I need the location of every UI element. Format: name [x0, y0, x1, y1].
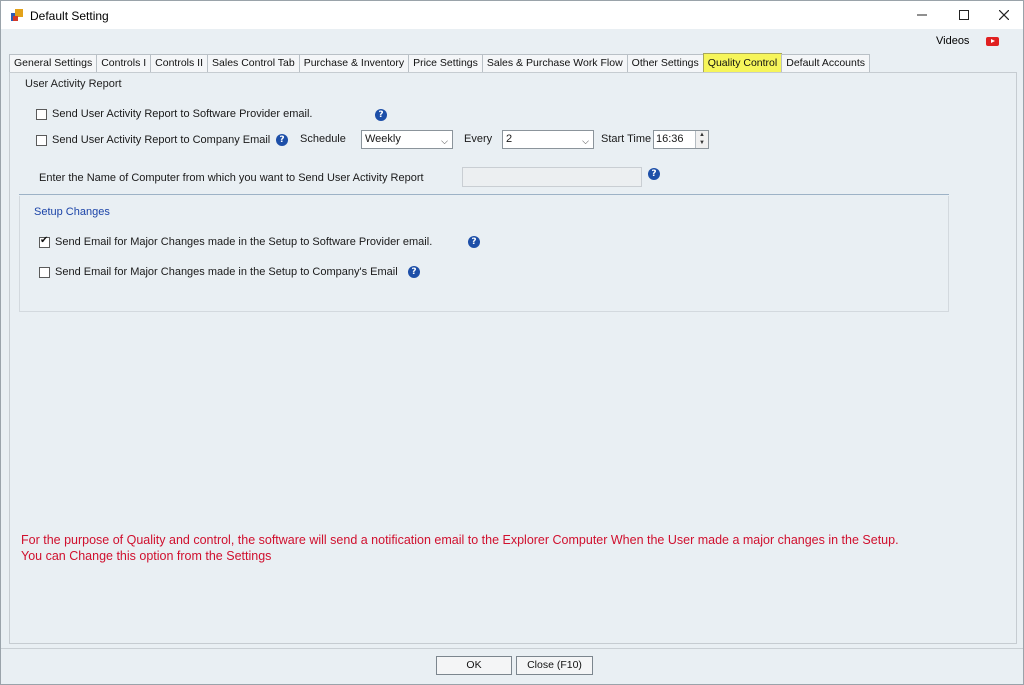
app-icon [11, 9, 23, 21]
close-window-button[interactable] [981, 1, 1024, 29]
tab-price-settings[interactable]: Price Settings [408, 54, 483, 72]
every-label: Every [464, 133, 493, 145]
default-setting-window: Default Setting Videos General Settings … [0, 0, 1024, 685]
send-company-report-label[interactable]: Send User Activity Report to Company Ema… [52, 134, 270, 146]
start-time-picker[interactable]: 16:36 ▲ ▼ [653, 130, 709, 149]
close-button[interactable]: Close (F10) [516, 656, 593, 675]
user-activity-title: User Activity Report [25, 78, 122, 90]
every-value: 2 [506, 133, 513, 145]
minimize-icon [917, 14, 927, 16]
youtube-icon[interactable] [986, 37, 999, 46]
computer-name-label: Enter the Name of Computer from which yo… [39, 172, 424, 184]
tab-controls-ii[interactable]: Controls II [150, 54, 209, 72]
help-icon[interactable]: ? [375, 109, 387, 121]
minimize-button[interactable] [899, 1, 945, 29]
time-spin-buttons[interactable]: ▲ ▼ [695, 131, 708, 148]
help-icon[interactable]: ? [408, 266, 420, 278]
window-title: Default Setting [30, 9, 109, 23]
help-icon[interactable]: ? [276, 134, 288, 146]
tab-sales-control[interactable]: Sales Control Tab [207, 54, 300, 72]
setup-changes-title: Setup Changes [34, 206, 110, 218]
send-provider-report-label[interactable]: Send User Activity Report to Software Pr… [52, 108, 312, 120]
setup-changes-group [19, 196, 949, 312]
footer-divider [1, 648, 1023, 649]
close-icon [999, 10, 1009, 20]
tab-sales-purchase-work-flow[interactable]: Sales & Purchase Work Flow [481, 54, 628, 72]
email-company-changes-checkbox[interactable] [39, 267, 50, 278]
help-icon[interactable]: ? [648, 168, 660, 180]
tab-controls-i[interactable]: Controls I [96, 54, 152, 72]
chevron-down-icon: ⌵ [441, 136, 448, 146]
schedule-select[interactable]: Weekly ⌵ [361, 130, 453, 149]
tab-other-settings[interactable]: Other Settings [626, 54, 704, 72]
computer-name-input[interactable] [462, 167, 642, 187]
send-provider-report-checkbox[interactable] [36, 109, 47, 120]
tab-quality-control[interactable]: Quality Control [702, 53, 783, 72]
schedule-value: Weekly [365, 133, 401, 145]
maximize-icon [959, 10, 969, 20]
tab-purchase-inventory[interactable]: Purchase & Inventory [298, 54, 410, 72]
email-company-changes-label[interactable]: Send Email for Major Changes made in the… [55, 266, 398, 278]
chevron-down-icon: ⌵ [582, 136, 589, 146]
quality-control-note: For the purpose of Quality and control, … [21, 533, 899, 563]
email-provider-changes-checkbox[interactable] [39, 235, 50, 248]
ok-button[interactable]: OK [436, 656, 512, 675]
every-select[interactable]: 2 ⌵ [502, 130, 594, 149]
send-company-report-checkbox[interactable] [36, 135, 47, 146]
email-provider-changes-label[interactable]: Send Email for Major Changes made in the… [55, 236, 432, 248]
tab-default-accounts[interactable]: Default Accounts [781, 54, 871, 72]
videos-link[interactable]: Videos [936, 35, 969, 47]
tab-general-settings[interactable]: General Settings [9, 54, 98, 72]
title-bar: Default Setting [1, 1, 1023, 29]
start-time-label: Start Time [601, 133, 652, 145]
schedule-label: Schedule [300, 133, 346, 145]
help-icon[interactable]: ? [468, 236, 480, 248]
start-time-value: 16:36 [656, 133, 684, 145]
settings-tabs: General Settings Controls I Controls II … [9, 53, 871, 72]
